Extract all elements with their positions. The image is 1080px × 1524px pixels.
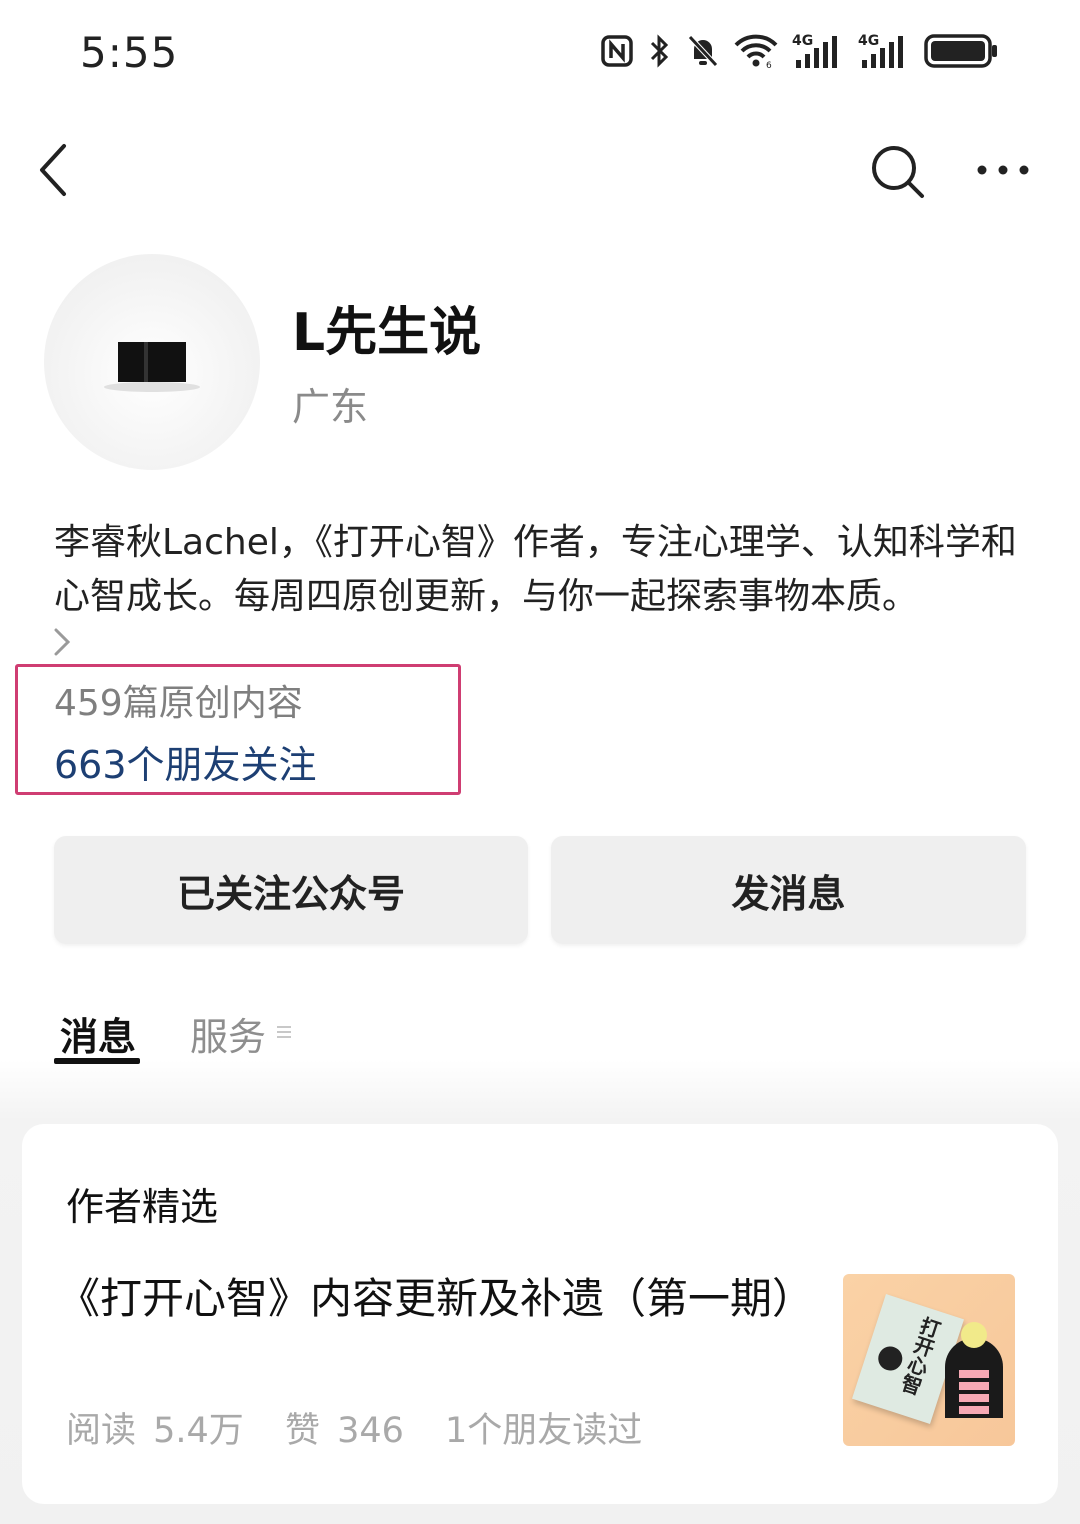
svg-text:4G: 4G <box>792 33 813 49</box>
bluetooth-icon <box>650 34 669 68</box>
article-like-count: 赞 346 <box>284 1411 404 1451</box>
tab-services[interactable]: 服务 <box>190 1006 266 1061</box>
author-picks-card: 作者精选 《打开心智》内容更新及补遗（第一期） 阅读 5.4万 赞 346 1个… <box>22 1124 1058 1504</box>
tab-messages[interactable]: 消息 <box>60 1006 136 1061</box>
svg-text:4G: 4G <box>858 33 879 49</box>
mute-bell-icon <box>688 35 718 67</box>
back-button[interactable] <box>28 138 84 202</box>
battery-icon <box>924 34 997 68</box>
friends-following-link[interactable]: 663个朋友关注 <box>54 734 317 789</box>
account-name: L先生说 <box>292 303 482 363</box>
account-location: 广东 <box>292 385 369 429</box>
wifi-icon: 6 <box>734 34 778 69</box>
status-time: 5:55 <box>80 28 179 77</box>
menu-lines-icon <box>277 1026 291 1038</box>
thumbnail-book-title: 打开心智 <box>895 1313 944 1398</box>
section-title: 作者精选 <box>66 1185 219 1229</box>
nfc-icon <box>601 35 633 67</box>
send-message-button[interactable]: 发消息 <box>551 836 1026 944</box>
chevron-right-icon <box>54 628 71 656</box>
article-meta: 阅读 5.4万 赞 346 1个朋友读过 <box>66 1402 666 1453</box>
followed-account-button[interactable]: 已关注公众号 <box>54 836 528 944</box>
avatar[interactable] <box>44 254 260 470</box>
signal-4g-icon: 4G <box>792 33 837 68</box>
article-thumbnail[interactable]: 打开心智 <box>843 1274 1015 1446</box>
thumbnail-arch-graphic <box>945 1338 1003 1418</box>
search-button[interactable] <box>866 140 930 204</box>
thumbnail-stairs-graphic <box>959 1370 989 1418</box>
article-friends-read: 1个朋友读过 <box>445 1411 643 1451</box>
account-bio: 李睿秋Lachel，《打开心智》作者，专注心理学、认知科学和心智成长。每周四原创… <box>54 522 1017 617</box>
status-icons: 6 4G 4G <box>600 32 998 70</box>
article-title[interactable]: 《打开心智》内容更新及补遗（第一期） <box>58 1270 818 1328</box>
more-button[interactable] <box>972 150 1034 190</box>
original-content-count: 459篇原创内容 <box>54 683 303 724</box>
avatar-shadow <box>104 382 200 392</box>
avatar-box-graphic <box>118 342 186 382</box>
signal-4g-icon: 4G <box>858 33 903 68</box>
search-icon <box>872 146 924 198</box>
bio-expand-button[interactable] <box>50 624 74 660</box>
thumbnail-sun-graphic <box>961 1322 987 1348</box>
status-bar: 5:55 6 4G 4G <box>0 0 1080 100</box>
svg-text:6: 6 <box>766 61 772 69</box>
thumbnail-face-graphic <box>875 1343 906 1374</box>
back-arrow-icon <box>40 144 66 196</box>
more-icon <box>977 165 1029 175</box>
active-tab-indicator <box>54 1058 140 1064</box>
article-read-count: 阅读 5.4万 <box>66 1411 244 1451</box>
